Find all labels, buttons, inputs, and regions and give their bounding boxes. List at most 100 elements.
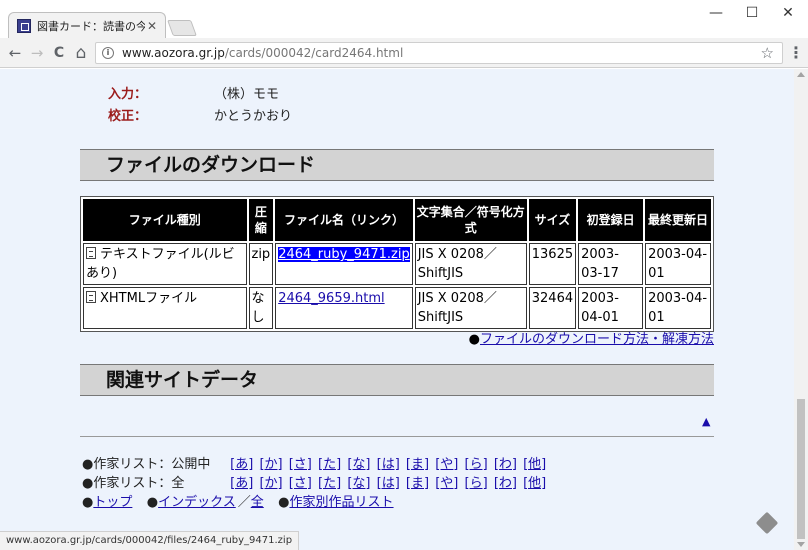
kana-link-other[interactable]: [他]: [523, 476, 546, 491]
file-name-cell: 2464_9659.html: [275, 287, 413, 329]
kana-link-other[interactable]: [他]: [523, 457, 546, 472]
vertical-scrollbar[interactable]: [794, 69, 808, 550]
kana-link-ka[interactable]: [か]: [259, 476, 282, 491]
scroll-thumb[interactable]: [797, 399, 805, 539]
kana-link-ta[interactable]: [た]: [318, 457, 341, 472]
index-link[interactable]: インデックス: [158, 495, 236, 510]
aozora-favicon-icon: [17, 19, 31, 33]
tab-close-icon[interactable]: ✕: [145, 19, 159, 33]
author-list-public-label: ●作家リスト：公開中: [82, 457, 211, 472]
author-list-all: ●作家リスト：全 [あ] [か] [さ] [た] [な] [は] [ま] [や]…: [82, 472, 548, 491]
forward-arrow-icon[interactable]: →: [26, 42, 48, 64]
bullet: ●: [82, 495, 94, 510]
kana-link-wa[interactable]: [わ]: [494, 476, 517, 491]
works-list-link[interactable]: 作家別作品リスト: [290, 495, 394, 510]
table-row: XHTMLファイル なし 2464_9659.html JIS X 0208／S…: [83, 287, 711, 329]
col-header-type: ファイル種別: [83, 199, 247, 241]
download-section-title: ファイルのダウンロード: [80, 149, 714, 181]
kana-link-a[interactable]: [あ]: [230, 476, 253, 491]
col-header-first: 初登録日: [578, 199, 644, 241]
file-type-cell: XHTMLファイル: [83, 287, 247, 329]
kana-link-ma[interactable]: [ま]: [406, 457, 429, 472]
maximize-icon[interactable]: ☐: [732, 2, 772, 24]
kana-link-ha[interactable]: [は]: [377, 457, 400, 472]
kana-link-na[interactable]: [な]: [347, 476, 370, 491]
scroll-up-icon[interactable]: [797, 72, 805, 77]
kana-link-ra[interactable]: [ら]: [465, 476, 488, 491]
updated-date-cell: 2003-04-01: [645, 287, 711, 329]
col-header-charset: 文字集合／符号化方式: [414, 199, 527, 241]
status-bar-url: www.aozora.gr.jp/cards/000042/files/2464…: [0, 531, 300, 550]
kana-link-sa[interactable]: [さ]: [289, 476, 312, 491]
file-link-html[interactable]: 2464_9659.html: [278, 291, 384, 306]
file-type: テキストファイル(ルビあり): [86, 247, 235, 281]
window-close-icon[interactable]: ✕: [768, 2, 808, 24]
kana-link-ta[interactable]: [た]: [318, 476, 341, 491]
home-icon[interactable]: ⌂: [70, 42, 92, 64]
col-header-size: サイズ: [528, 199, 577, 241]
kana-link-wa[interactable]: [わ]: [494, 457, 517, 472]
size-cell: 32464: [528, 287, 577, 329]
file-name-cell: 2464_ruby_9471.zip: [275, 243, 413, 285]
compress-cell: なし: [248, 287, 274, 329]
meta-label: 校正：: [108, 109, 148, 124]
bullet: ●: [146, 495, 159, 510]
reload-icon[interactable]: C: [48, 42, 70, 64]
related-section-title: 関連サイトデータ: [80, 364, 714, 396]
compress-cell: zip: [248, 243, 274, 285]
back-arrow-icon[interactable]: ←: [4, 42, 26, 64]
browser-menu-icon[interactable]: ⋮: [788, 42, 804, 64]
col-header-compress: 圧縮: [248, 199, 274, 241]
meta-value: （株）モモ: [214, 87, 280, 102]
file-link-zip[interactable]: 2464_ruby_9471.zip: [278, 247, 410, 262]
charset-cell: JIS X 0208／ShiftJIS: [414, 287, 527, 329]
table-header-row: ファイル種別 圧縮 ファイル名（リンク） 文字集合／符号化方式 サイズ 初登録日…: [83, 199, 711, 241]
meta-label: 入力：: [108, 87, 148, 102]
tab-strip: 図書カード：読書の今昔 ✕ — ☐ ✕: [0, 0, 808, 39]
kana-link-ka[interactable]: [か]: [259, 457, 282, 472]
kana-link-ha[interactable]: [は]: [377, 476, 400, 491]
meta-value: かとうかおり: [214, 109, 293, 124]
kana-link-ma[interactable]: [ま]: [406, 476, 429, 491]
file-type: XHTMLファイル: [100, 291, 198, 306]
index-all-link[interactable]: 全: [251, 495, 264, 510]
download-table: ファイル種別 圧縮 ファイル名（リンク） 文字集合／符号化方式 サイズ 初登録日…: [80, 196, 714, 332]
bullet: ●: [468, 332, 480, 347]
kana-link-na[interactable]: [な]: [347, 457, 370, 472]
browser-tab[interactable]: 図書カード：読書の今昔 ✕: [8, 12, 166, 39]
footer-nav: ●トップ ●インデックス ／全 ●作家別作品リスト: [82, 491, 396, 510]
back-to-top-link[interactable]: ▲: [702, 415, 710, 428]
minimize-icon[interactable]: —: [696, 2, 736, 24]
author-list-all-label: ●作家リスト：全: [82, 476, 185, 491]
download-howto-link[interactable]: ファイルのダウンロード方法・解凍方法: [480, 332, 714, 347]
scroll-down-icon[interactable]: [797, 542, 805, 547]
xhtml-file-icon: [86, 291, 96, 303]
url-path: /cards/000042/card2464.html: [224, 46, 404, 60]
divider: [80, 436, 714, 437]
file-type-cell: テキストファイル(ルビあり): [83, 243, 247, 285]
page-content: 入力： （株）モモ 校正： かとうかおり ファイルのダウンロード ファイル種別 …: [0, 69, 794, 550]
kana-link-a[interactable]: [あ]: [230, 457, 253, 472]
download-howto: ●ファイルのダウンロード方法・解凍方法: [469, 328, 714, 347]
new-tab-button[interactable]: [167, 20, 197, 36]
kana-link-ya[interactable]: [や]: [435, 476, 458, 491]
author-list-public: ●作家リスト：公開中 [あ] [か] [さ] [た] [な] [は] [ま] […: [82, 453, 548, 472]
updated-date-cell: 2003-04-01: [645, 243, 711, 285]
bullet: ●: [278, 495, 290, 510]
col-header-name: ファイル名（リンク）: [275, 199, 413, 241]
kana-link-sa[interactable]: [さ]: [289, 457, 312, 472]
kana-link-ra[interactable]: [ら]: [465, 457, 488, 472]
kana-link-ya[interactable]: [や]: [435, 457, 458, 472]
text-file-icon: [86, 247, 96, 259]
bookmark-star-icon[interactable]: ☆: [761, 44, 774, 62]
table-row: テキストファイル(ルビあり) zip 2464_ruby_9471.zip JI…: [83, 243, 711, 285]
charset-cell: JIS X 0208／ShiftJIS: [414, 243, 527, 285]
tab-title: 図書カード：読書の今昔: [37, 20, 145, 33]
site-info-icon[interactable]: i: [102, 47, 114, 59]
address-bar[interactable]: i www.aozora.gr.jp/cards/000042/card2464…: [95, 42, 783, 64]
url-host: www.aozora.gr.jp: [122, 46, 225, 60]
size-cell: 13625: [528, 243, 577, 285]
browser-toolbar: ← → C ⌂ i www.aozora.gr.jp/cards/000042/…: [0, 38, 808, 68]
slash: ／: [237, 495, 251, 510]
top-link[interactable]: トップ: [93, 495, 132, 510]
